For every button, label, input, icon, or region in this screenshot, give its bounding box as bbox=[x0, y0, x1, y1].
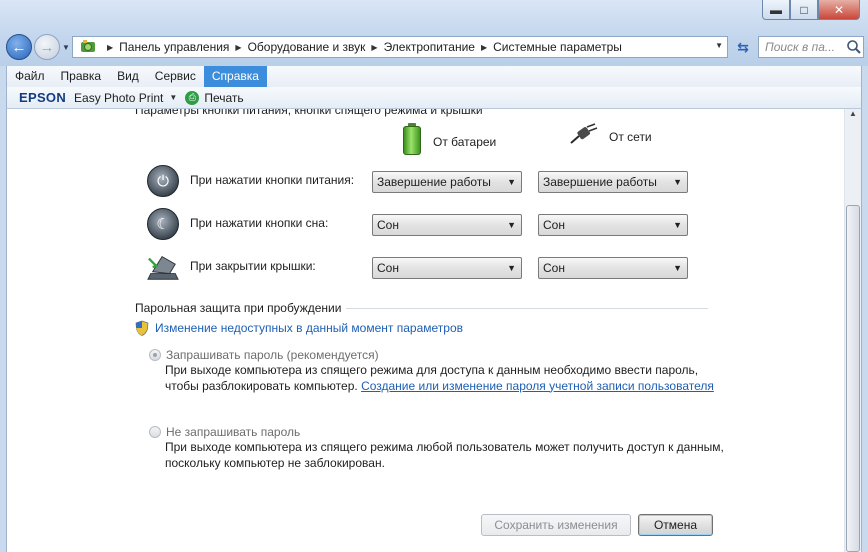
no-password-radio[interactable] bbox=[149, 426, 161, 438]
chevron-down-icon: ▼ bbox=[673, 220, 682, 230]
require-password-label: Запрашивать пароль (рекомендуется) bbox=[166, 348, 379, 362]
easy-photo-print-label: Easy Photo Print bbox=[74, 90, 164, 105]
arrow-left-icon: ← bbox=[11, 38, 27, 56]
power-button-label: При нажатии кнопки питания: bbox=[190, 173, 355, 187]
breadcrumb-item-control-panel[interactable]: Панель управления bbox=[119, 40, 229, 54]
chevron-down-icon: ▼ bbox=[507, 263, 516, 273]
epson-logo: EPSON bbox=[19, 90, 67, 105]
ac-column-label: От сети bbox=[609, 130, 652, 144]
require-password-option[interactable]: Запрашивать пароль (рекомендуется) bbox=[149, 348, 379, 362]
ac-column-header: От сети bbox=[569, 123, 652, 145]
search-input[interactable]: Поиск в па... bbox=[765, 40, 845, 54]
cancel-button[interactable]: Отмена bbox=[638, 514, 713, 536]
section-divider bbox=[346, 308, 708, 309]
close-button[interactable]: ✕ bbox=[818, 0, 860, 20]
require-password-description: При выходе компьютера из спящего режима … bbox=[165, 363, 725, 394]
menu-help[interactable]: Справка bbox=[203, 66, 267, 87]
chevron-down-icon: ▼ bbox=[673, 177, 682, 187]
power-button-row: ⏻ При нажатии кнопки питания: bbox=[147, 165, 354, 197]
menu-bar: Файл Правка Вид Сервис Справка bbox=[6, 66, 862, 87]
select-value: Сон bbox=[543, 261, 565, 275]
search-icon[interactable] bbox=[845, 38, 863, 56]
print-label: Печать bbox=[204, 90, 244, 105]
select-value: Завершение работы bbox=[543, 175, 657, 189]
lid-close-battery-select[interactable]: Сон ▼ bbox=[372, 257, 522, 279]
refresh-button[interactable]: ⇆ bbox=[732, 36, 754, 58]
content-pane: Параметры кнопки питания, кнопки спящего… bbox=[6, 109, 862, 552]
create-password-link[interactable]: Создание или изменение пароля учетной за… bbox=[361, 379, 714, 393]
chevron-down-icon: ▼ bbox=[673, 263, 682, 273]
chevron-right-icon[interactable]: ▶ bbox=[481, 43, 487, 52]
scrollbar-thumb[interactable] bbox=[846, 205, 860, 552]
lid-close-label: При закрытии крышки: bbox=[190, 259, 316, 273]
sleep-button-row: ☾ При нажатии кнопки сна: bbox=[147, 208, 328, 240]
change-unavailable-settings-link[interactable]: Изменение недоступных в данный момент па… bbox=[155, 321, 463, 335]
menu-edit[interactable]: Правка bbox=[53, 66, 110, 87]
refresh-icon: ⇆ bbox=[737, 38, 749, 55]
window-chrome: ▬ □ ✕ ← → ▼ ▶ Панель управления ▶ Оборуд… bbox=[0, 0, 868, 66]
navigation-bar: ← → ▼ ▶ Панель управления ▶ Оборудование… bbox=[4, 34, 864, 62]
battery-column-label: От батареи bbox=[433, 135, 497, 149]
scroll-up-icon[interactable]: ▲ bbox=[846, 109, 860, 123]
no-password-label: Не запрашивать пароль bbox=[166, 425, 301, 439]
print-button[interactable]: ⎙ Печать bbox=[179, 90, 244, 105]
power-button-ac-select[interactable]: Завершение работы ▼ bbox=[538, 171, 688, 193]
easy-photo-print-button[interactable]: Easy Photo Print ▼ bbox=[74, 91, 177, 105]
save-changes-button[interactable]: Сохранить изменения bbox=[481, 514, 631, 536]
chevron-right-icon[interactable]: ▶ bbox=[235, 43, 241, 52]
sleep-button-icon: ☾ bbox=[147, 208, 179, 240]
chevron-right-icon[interactable]: ▶ bbox=[371, 43, 377, 52]
search-box[interactable]: Поиск в па... bbox=[758, 36, 864, 58]
require-password-radio[interactable] bbox=[149, 349, 161, 361]
sleep-button-ac-select[interactable]: Сон ▼ bbox=[538, 214, 688, 236]
vertical-scrollbar[interactable]: ▲ bbox=[844, 109, 861, 552]
back-button[interactable]: ← bbox=[6, 34, 32, 60]
change-settings-link-row[interactable]: Изменение недоступных в данный момент па… bbox=[135, 320, 463, 336]
chevron-right-icon: ▶ bbox=[107, 42, 114, 52]
select-value: Завершение работы bbox=[377, 175, 491, 189]
power-plug-icon bbox=[569, 123, 599, 145]
sleep-button-battery-select[interactable]: Сон ▼ bbox=[372, 214, 522, 236]
lid-close-ac-select[interactable]: Сон ▼ bbox=[538, 257, 688, 279]
battery-icon bbox=[403, 123, 421, 155]
menu-file[interactable]: Файл bbox=[7, 66, 53, 87]
address-dropdown[interactable]: ▼ bbox=[715, 41, 723, 50]
password-section-title: Парольная защита при пробуждении bbox=[135, 301, 342, 315]
forward-button[interactable]: → bbox=[34, 34, 60, 60]
sleep-button-label: При нажатии кнопки сна: bbox=[190, 216, 329, 230]
chevron-down-icon[interactable]: ▼ bbox=[169, 93, 177, 102]
battery-column-header: От батареи bbox=[403, 123, 496, 155]
laptop-lid-icon bbox=[147, 251, 179, 283]
print-icon: ⎙ bbox=[185, 90, 200, 105]
select-value: Сон bbox=[377, 261, 399, 275]
lid-close-row: При закрытии крышки: bbox=[147, 251, 316, 283]
no-password-option[interactable]: Не запрашивать пароль bbox=[149, 425, 300, 439]
power-button-icon: ⏻ bbox=[147, 165, 179, 197]
epson-toolbar: EPSON Easy Photo Print ▼ ⎙ Печать bbox=[6, 87, 862, 109]
maximize-button[interactable]: □ bbox=[790, 0, 818, 20]
no-password-description: При выходе компьютера из спящего режима … bbox=[165, 440, 724, 470]
control-panel-icon bbox=[79, 39, 97, 55]
uac-shield-icon bbox=[135, 320, 149, 336]
menu-tools[interactable]: Сервис bbox=[147, 66, 204, 87]
recent-pages-dropdown[interactable]: ▼ bbox=[62, 43, 70, 52]
breadcrumb-item-system-settings[interactable]: Системные параметры bbox=[493, 40, 622, 54]
breadcrumb-item-hardware-sound[interactable]: Оборудование и звук bbox=[248, 40, 366, 54]
breadcrumb: ▶ Панель управления ▶ Оборудование и зву… bbox=[101, 40, 622, 54]
menu-view[interactable]: Вид bbox=[109, 66, 147, 87]
minimize-button[interactable]: ▬ bbox=[762, 0, 790, 20]
power-buttons-section-title: Параметры кнопки питания, кнопки спящего… bbox=[135, 109, 483, 117]
window-controls: ▬ □ ✕ bbox=[762, 0, 860, 20]
breadcrumb-item-power-options[interactable]: Электропитание bbox=[384, 40, 475, 54]
address-bar[interactable]: ▶ Панель управления ▶ Оборудование и зву… bbox=[72, 36, 728, 58]
select-value: Сон bbox=[377, 218, 399, 232]
power-button-battery-select[interactable]: Завершение работы ▼ bbox=[372, 171, 522, 193]
chevron-down-icon: ▼ bbox=[507, 220, 516, 230]
arrow-right-icon: → bbox=[39, 38, 55, 56]
select-value: Сон bbox=[543, 218, 565, 232]
chevron-down-icon: ▼ bbox=[507, 177, 516, 187]
